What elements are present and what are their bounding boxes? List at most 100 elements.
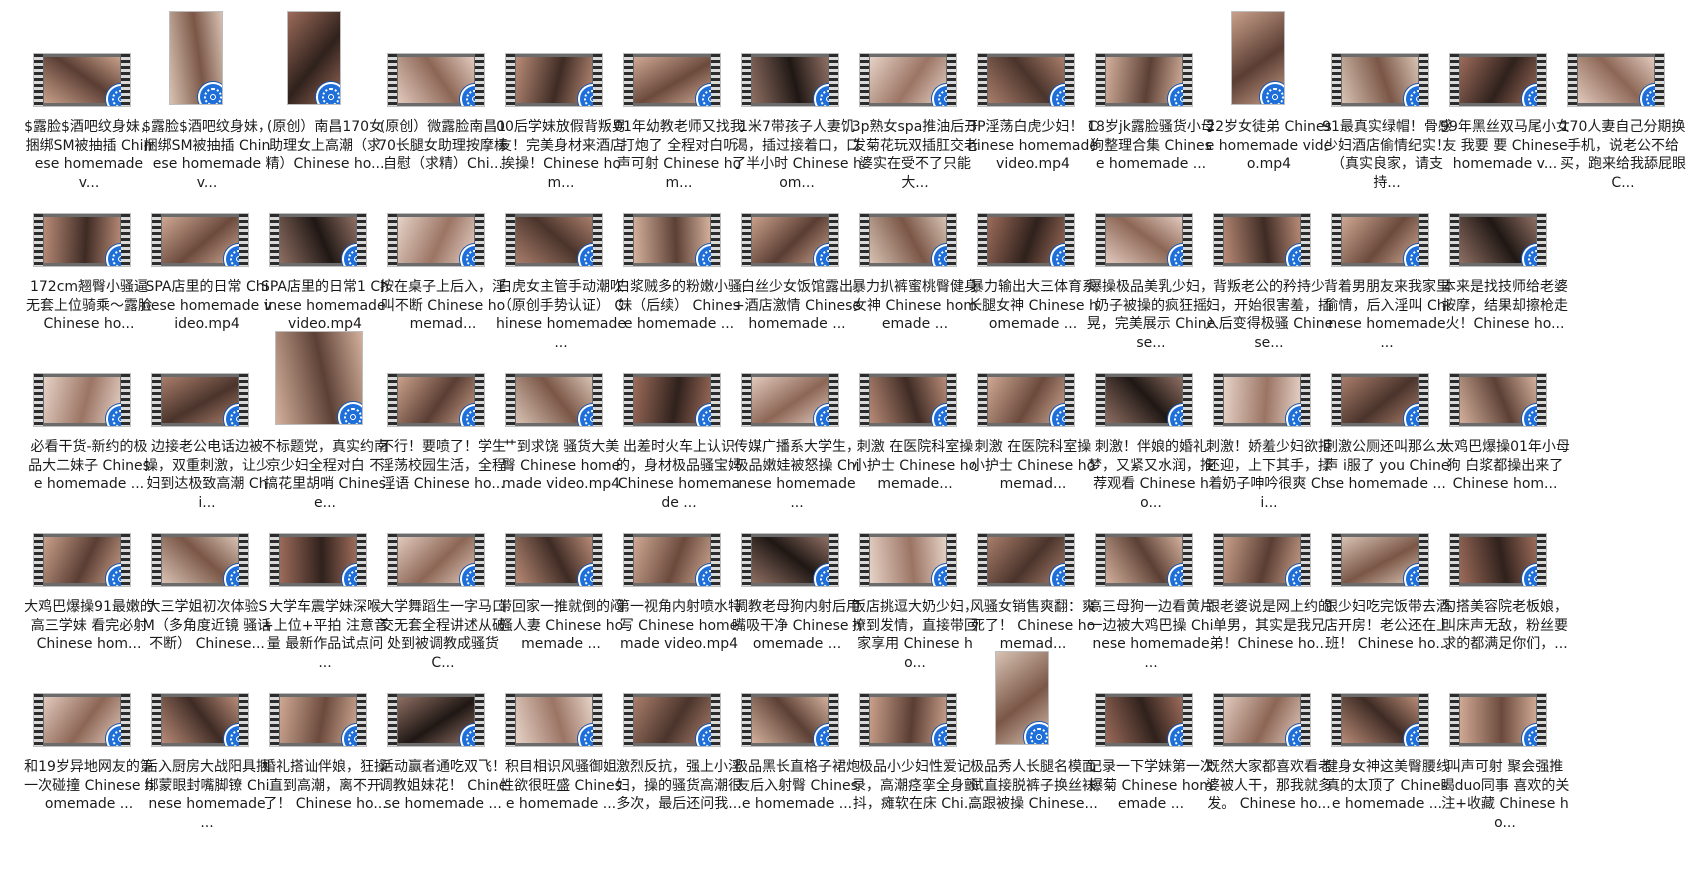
video-player-icon — [1640, 84, 1664, 106]
thumbnail-container — [738, 330, 856, 435]
video-file-item[interactable]: 极品黑长直格子裙炮友后入射臀 Chinese homemade ... — [734, 650, 860, 820]
video-thumbnail — [742, 694, 838, 746]
video-file-item[interactable]: 不行！要喷了！学生淫荡校园生活，全程淫语 Chinese ho... — [380, 330, 506, 500]
video-thumbnail — [388, 694, 484, 746]
video-player-icon — [1286, 244, 1310, 266]
video-file-item[interactable]: 99年黑丝双马尾小女友 我要 要 Chinese homemade v... — [1440, 10, 1570, 180]
thumbnail-container — [1446, 650, 1564, 755]
video-file-item[interactable]: 极品秀人长腿名模面试直接脱裤子换丝袜高跟被操 Chinese... — [968, 650, 1098, 820]
video-file-item[interactable]: 既然大家都喜欢看老婆被人干，那我就多发。 Chinese ho... — [1206, 650, 1332, 820]
video-thumbnail — [270, 534, 366, 586]
video-file-item[interactable]: 勾搭美容院老板娘，叫床声无敌，粉丝要求的都满足你们，... — [1442, 490, 1568, 660]
video-file-item[interactable]: 刺激！伴娘的婚礼梦，又紧又水润，推荐观看 Chinese ho... — [1088, 330, 1214, 511]
video-file-item[interactable]: 后入厨房大战阳具捆绑蒙眼封嘴脚镣 Chinese homemade ... — [144, 650, 270, 831]
video-player-icon — [460, 564, 484, 586]
video-file-item[interactable]: 22岁女徒弟 Chinese homemade video.mp4 — [1206, 10, 1332, 180]
video-file-item[interactable]: 白浆贼多的粉嫩小骚妹（后续） Chinese homemade ... — [616, 170, 742, 340]
video-file-item[interactable]: 大学车震学妹深喉+上位+平拍 注意音量 最新作品试点问 ... — [262, 490, 388, 671]
video-thumbnail — [978, 214, 1074, 266]
video-file-item[interactable]: 叫声可射 聚会强推喝duo同事 喜欢的关注+收藏 Chinese ho... — [1441, 650, 1569, 831]
video-file-item[interactable]: 1米7带孩子人妻饥渴，插过接着口，口了半小时 Chinese hom... — [732, 10, 862, 191]
video-file-item[interactable]: 婚礼搭讪伴娘，狂操直到高潮，离不开了！ Chinese ho... — [262, 650, 388, 820]
video-file-item[interactable]: 大学舞蹈生一字马口交无套全程讲述从破处到被调教成骚货 C... — [380, 490, 506, 671]
thumbnail-container — [620, 490, 738, 595]
file-name-label: 极品秀人长腿名模面试直接脱裤子换丝袜高跟被操 Chinese... — [968, 759, 1098, 812]
video-player-icon — [1522, 404, 1546, 426]
video-file-item[interactable]: 极品小少妇性爱记录，高潮痉挛全身颤抖，瘫软在床 Chi... — [852, 650, 978, 820]
video-file-item[interactable]: 传媒广播系大学生，极品嫩娃被怒操 Chinese homemade ... — [734, 330, 860, 511]
video-file-item[interactable]: 饭店挑逗大奶少妇，撩到发情，直接带回家享用 Chinese ho... — [852, 490, 978, 671]
video-file-item[interactable]: (原创）南昌170女助理女上高潮（求精）Chinese ho... — [266, 10, 384, 180]
video-file-item[interactable]: 本来是找技师给老婆按摩，结果却擦枪走火！Chinese ho... — [1442, 170, 1568, 340]
video-file-item[interactable]: 爆操极品美乳少妇，奶子被操的疯狂摇晃，完美展示 Chinese... — [1087, 170, 1215, 351]
video-file-item[interactable]: 大鸡巴爆操91最嫩的高三学妹 看完必射 Chinese hom... — [24, 490, 154, 660]
video-file-item[interactable]: 刺激 在医院科室操小护士 Chinese homemad... — [971, 330, 1095, 500]
video-file-item[interactable]: 170人妻自己分期换手机，说老公不给买，跑来给我舔屁眼 C... — [1560, 10, 1686, 191]
video-file-item[interactable]: 刺激 在医院科室操小护士 Chinese homemade... — [853, 330, 977, 500]
video-file-item[interactable]: $露脸$酒吧纹身妹，捆绑SM被抽插 Chinese homemade v... — [24, 10, 154, 191]
video-file-item[interactable]: SPA店里的日常1 Chinese homemade video.mp4 — [261, 170, 389, 340]
video-file-item[interactable]: 00后学妹放假背叛男友！完美身材来酒店挨操！Chinese hom... — [496, 10, 626, 191]
video-file-item[interactable]: 跟少妇吃完饭带去酒店开房！老公还在上班！ Chinese ho... — [1324, 490, 1450, 660]
video-file-item[interactable]: (原创）微露脸南昌170长腿女助理按摩棒自慰（求精）Chi... — [378, 10, 508, 180]
video-file-item[interactable]: 记录一下学妹第一次爆菊 Chinese homemade ... — [1088, 650, 1214, 820]
video-thumbnail — [388, 534, 484, 586]
video-file-item[interactable]: 暴力扒裤蜜桃臀健身女神 Chinese homemade ... — [852, 170, 978, 340]
video-file-item[interactable]: $露脸$酒吧纹身妹，捆绑SM被抽插 Chinese homemade v... — [142, 10, 272, 191]
video-file-item[interactable]: 边接老公电话边被操，双重刺激，让少妇到达极致高潮 Chi... — [144, 330, 270, 511]
video-player-icon — [460, 404, 484, 426]
video-file-item[interactable]: 白丝少女饭馆露出+酒店激情 Chinese homemade ... — [733, 170, 861, 340]
video-thumbnail — [1232, 12, 1284, 104]
video-file-item[interactable]: 积目相识风骚御姐 性欲很旺盛 Chinese homemade ... — [500, 650, 622, 820]
video-file-item[interactable]: 背叛老公的矜持少妇，开始很害羞，插入后变得极骚 Chinese... — [1205, 170, 1333, 351]
video-file-item[interactable]: 活动赢者通吃双飞！调教姐妹花！ Chinese homemade ... — [379, 650, 507, 820]
thumbnail-container — [856, 330, 974, 435]
video-file-item[interactable]: 风骚女销售爽翻：爽死了！ Chinese homemad... — [970, 490, 1096, 660]
video-player-icon — [1522, 84, 1546, 106]
thumbnail-container — [266, 490, 384, 595]
video-file-item[interactable]: SPA店里的日常 Chinese homemade video.mp4 — [142, 170, 272, 340]
file-name-label: 婚礼搭讪伴娘，狂操直到高潮，离不开了！ Chinese ho... — [262, 759, 388, 812]
video-thumbnail — [860, 694, 956, 746]
video-file-item[interactable]: 91最真实绿帽！骨感少妇酒店偷情纪实！（真实良家，请支持... — [1322, 10, 1452, 191]
video-file-item[interactable]: 大鸡巴爆操01年小母狗 白浆都操出来了 Chinese hom... — [1440, 330, 1570, 500]
video-thumbnail — [1214, 214, 1310, 266]
video-file-item[interactable]: 第一视角内射喷水特写 Chinese homemade video.mp4 — [616, 490, 742, 660]
thumbnail-container — [1210, 490, 1328, 595]
video-file-item[interactable]: 3p熟女spa推油后开发菊花玩双插肛交老婆实在受不了只能大... — [852, 10, 978, 191]
video-file-item[interactable]: 健身女神这美臀腰线真的太顶了 Chinese homemade ... — [1324, 650, 1450, 820]
video-file-item[interactable]: 跟老婆说是网上约的单男，其实是我兄弟！Chinese ho... — [1206, 490, 1332, 660]
video-file-item[interactable]: 01年幼教老师又找我打炮了 全程对白听声可射 Chinese hom... — [614, 10, 744, 191]
video-thumbnail — [978, 54, 1074, 106]
thumbnail-container — [1328, 650, 1446, 755]
video-player-icon — [224, 564, 248, 586]
video-player-icon — [1522, 564, 1546, 586]
video-file-item[interactable]: 按在桌子上后入，淫叫不断 Chinese homemad... — [380, 170, 506, 340]
video-file-item[interactable]: 白虎女主管手动潮吹（原创手势认证） Chinese homemade ... — [496, 170, 626, 351]
video-file-item[interactable]: 3P淫荡白虎少妇！ Chinese homemade video.mp4 — [968, 10, 1098, 180]
video-player-icon — [106, 244, 130, 266]
video-file-item[interactable]: 背着男朋友来我家里偷情，后入淫叫 Chinese homemade ... — [1324, 170, 1450, 351]
video-file-item[interactable]: 大三学姐初次体验SM（多角度近镜 骚话不断） Chinese... — [143, 490, 271, 660]
video-file-item[interactable]: 不标题党，真实约南京少妇全程对白 不搞花里胡哨 Chinese... — [262, 330, 388, 511]
video-file-item[interactable]: 刺激公厕还叫那么大声 i服了 you Chinese homemade ... — [1324, 330, 1450, 500]
video-file-item[interactable]: 带回家一推就倒的闷骚人妻 Chinese homemade ... — [498, 490, 624, 660]
video-file-item[interactable]: 暴力输出大三体育系长腿女神 Chinese homemade ... — [968, 170, 1098, 340]
video-file-item[interactable]: 激烈反抗，强上小淫妇，操的骚货高潮很多次，最后还问我... — [616, 650, 742, 820]
thumbnail-container — [1210, 650, 1328, 755]
video-file-item[interactable]: 刺激！娇羞少妇欲拒还迎，上下其手，揉着奶子呻吟很爽 Chi... — [1206, 330, 1332, 511]
video-file-item[interactable]: 必看干货-新约的极品大二妹子 Chinese homemade ... — [28, 330, 150, 500]
video-file-item[interactable]: 调教老母狗内射后用嘴吸干净 Chinese homemade ... — [732, 490, 862, 660]
video-file-item[interactable]: 18岁jk露脸骚货小母狗整理合集 Chinese homemade ... — [1087, 10, 1215, 180]
thumbnail-container — [1446, 490, 1564, 595]
video-file-item[interactable]: 艹到求饶 骚货大美臀 Chinese homemade video.mp4 — [502, 330, 620, 500]
file-name-label: 刺激公厕还叫那么大声 i服了 you Chinese homemade ... — [1324, 439, 1450, 492]
video-file-item[interactable]: 172cm翘臀小骚逼 无套上位骑乘～露脸 Chinese ho... — [26, 170, 152, 340]
file-name-label: 风骚女销售爽翻：爽死了！ Chinese homemad... — [970, 599, 1096, 652]
video-player-icon — [342, 564, 366, 586]
video-file-item[interactable]: 和19岁异地网友的第一次碰撞 Chinese homemade ... — [24, 650, 154, 820]
file-explorer-view: { "files": [ ["$露脸$酒吧纹身妹，捆绑SM被抽插 Chinese… — [0, 0, 1708, 896]
file-name-label: 跟老婆说是网上约的单男，其实是我兄弟！Chinese ho... — [1206, 599, 1332, 652]
video-file-item[interactable]: 出差时火车上认识的，身材极品骚宝妈 Chinese homemade ... — [616, 330, 742, 511]
video-file-item[interactable]: 高三母狗一边看黄片一边被大鸡巴操 Chinese homemade ... — [1088, 490, 1214, 671]
